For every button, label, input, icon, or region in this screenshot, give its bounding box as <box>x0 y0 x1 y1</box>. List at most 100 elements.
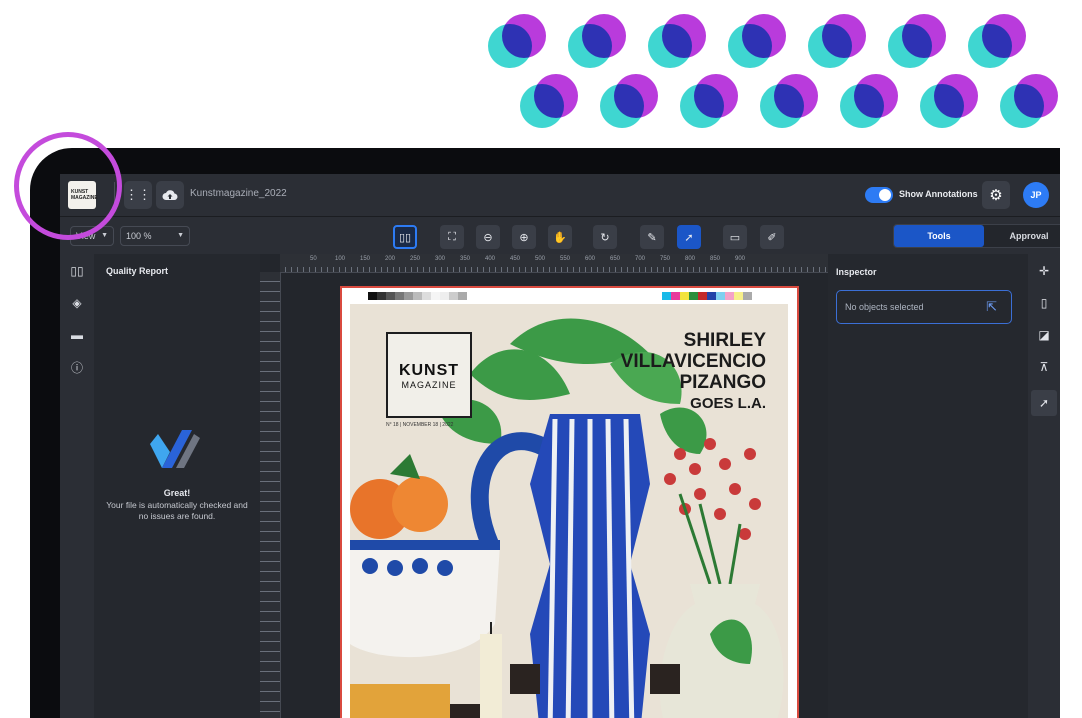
masthead-title: KUNST <box>398 362 460 379</box>
magazine-page[interactable]: KUNST MAGAZINE N° 18 | NOVEMBER 18 | 202… <box>340 286 799 718</box>
right-rail: ✛ ▯ ◪ ⊼ ➚ <box>1028 254 1060 718</box>
decorative-dot <box>728 14 786 72</box>
vertical-ruler <box>260 272 281 718</box>
cursor-icon: ➚ <box>684 231 694 244</box>
select-tool-button[interactable]: ➚ <box>677 225 701 249</box>
avatar[interactable]: JP <box>1023 182 1049 208</box>
ruler-mark: 400 <box>485 256 496 262</box>
decorative-dot <box>568 14 626 72</box>
settings-button[interactable]: ⚙ <box>982 181 1010 209</box>
color-bar-left <box>368 292 467 300</box>
zoom-out-icon: ⊖ <box>483 231 493 244</box>
upload-button[interactable] <box>156 181 184 209</box>
rotate-button[interactable]: ↻ <box>593 225 617 249</box>
ruler-mark: 200 <box>385 256 396 262</box>
grid-menu-button[interactable]: ⋮⋮ <box>124 181 152 209</box>
zoom-select[interactable]: 100 % ▼ <box>120 226 190 246</box>
ruler-mark: 100 <box>335 256 346 262</box>
draw-button[interactable]: ✐ <box>760 225 784 249</box>
chevron-down-icon: ▼ <box>177 232 184 239</box>
mode-tabs: Tools Approval <box>893 224 1060 248</box>
quality-report-panel: Quality Report Great! Your file is autom… <box>94 254 260 718</box>
ruler-mark: 350 <box>460 256 471 262</box>
info-icon[interactable]: ⓘ <box>68 358 86 376</box>
headline-line-1: SHIRLEY <box>683 330 766 351</box>
decorative-dot <box>600 74 658 132</box>
ruler-mark: 300 <box>435 256 446 262</box>
ruler-mark: 800 <box>685 256 696 262</box>
comment-button[interactable]: ▭ <box>723 225 747 249</box>
panel-title: Inspector <box>836 267 877 277</box>
zoom-select-label: 100 % <box>126 231 152 241</box>
ruler-mark: 850 <box>710 256 721 262</box>
cursor-select-icon: ⇱ <box>986 299 997 314</box>
headline-line-2: VILLAVICENCIO <box>620 351 766 372</box>
show-annotations-toggle[interactable] <box>865 187 893 203</box>
ruler-mark: 250 <box>410 256 421 262</box>
ruler-mark: 700 <box>635 256 646 262</box>
ruler-mark: 650 <box>610 256 621 262</box>
color-bar-right <box>662 292 752 300</box>
decorative-dot <box>888 14 946 72</box>
layers-icon[interactable]: ◈ <box>68 294 86 312</box>
gear-icon: ⚙ <box>989 187 1003 204</box>
decorative-dot <box>520 74 578 132</box>
cover-artwork: KUNST MAGAZINE N° 18 | NOVEMBER 18 | 202… <box>350 304 788 718</box>
decorative-dot <box>968 14 1026 72</box>
comment-icon: ▭ <box>729 231 741 244</box>
headline-line-3: PIZANGO <box>679 372 766 393</box>
eyedropper-button[interactable]: ✎ <box>640 225 664 249</box>
document-icon[interactable]: ▯ <box>1035 294 1053 312</box>
hand-icon: ✋ <box>553 231 567 244</box>
decorative-dot <box>840 74 898 132</box>
comments-icon[interactable]: ▬ <box>68 326 86 344</box>
status-title: Great! <box>163 488 191 498</box>
headline-line-4: GOES L.A. <box>690 395 766 412</box>
align-icon[interactable]: ⊼ <box>1035 358 1053 376</box>
zoom-out-button[interactable]: ⊖ <box>476 225 500 249</box>
rotate-icon: ↻ <box>600 231 610 244</box>
toolbar: View ▼ 100 % ▼ ▯▯ ⛶ ⊖ ⊕ ✋ ↻ ✎ ➚ ▭ ✐ Tool… <box>60 216 1060 255</box>
document-canvas[interactable]: 50 100 150 200 250 300 350 400 450 500 550 600 650 70… <box>260 254 828 718</box>
show-annotations-label: Show Annotations <box>899 189 978 199</box>
ruler-mark: 150 <box>360 256 371 262</box>
spread-view-button[interactable]: ▯▯ <box>393 225 417 249</box>
tab-approval[interactable]: Approval <box>984 225 1060 247</box>
ruler-mark: 550 <box>560 256 571 262</box>
ruler-mark: 450 <box>510 256 521 262</box>
check-logo-icon <box>150 430 200 468</box>
ruler-mark: 900 <box>735 256 746 262</box>
book-icon: ▯▯ <box>398 231 412 244</box>
fit-page-button[interactable]: ⛶ <box>440 225 464 249</box>
zoom-in-button[interactable]: ⊕ <box>512 225 536 249</box>
decorative-dot <box>680 74 738 132</box>
decorative-dot <box>648 14 706 72</box>
color-icon[interactable]: ◪ <box>1035 326 1053 344</box>
horizontal-ruler: 50 100 150 200 250 300 350 400 450 500 550 600 650 70… <box>280 254 828 273</box>
empty-selection-text: No objects selected <box>845 302 924 312</box>
highlight-circle <box>14 132 122 240</box>
ruler-mark: 600 <box>585 256 596 262</box>
grid-icon: ⋮⋮ <box>125 187 151 202</box>
eyedropper-icon: ✎ <box>647 231 657 244</box>
ruler-mark: 50 <box>310 256 317 262</box>
masthead-subtitle: MAGAZINE <box>401 380 457 390</box>
selection-box[interactable]: No objects selected ⇱ <box>836 290 1012 324</box>
status-message: Your file is automatically checked and n… <box>106 500 248 521</box>
pages-icon[interactable]: ▯▯ <box>68 262 86 280</box>
left-rail: ▯▯ ◈ ▬ ⓘ <box>60 254 94 718</box>
masthead: KUNST MAGAZINE <box>386 332 472 418</box>
pen-icon: ✐ <box>767 231 777 244</box>
pointer-icon[interactable]: ➚ <box>1031 390 1057 416</box>
panel-title: Quality Report <box>106 266 169 276</box>
pan-tool-button[interactable]: ✋ <box>548 225 572 249</box>
app-window: KUNST MAGAZINE ⋮⋮ Kunstmagazine_2022 Show… <box>60 174 1060 718</box>
decorative-dot <box>488 14 546 72</box>
chevron-down-icon: ▼ <box>101 232 108 239</box>
issue-line: N° 18 | NOVEMBER 18 | 2022 <box>386 422 454 428</box>
tab-tools[interactable]: Tools <box>894 225 984 247</box>
decorative-dot <box>1000 74 1058 132</box>
top-bar: KUNST MAGAZINE ⋮⋮ Kunstmagazine_2022 Show… <box>60 174 1060 216</box>
crosshair-icon[interactable]: ✛ <box>1035 262 1053 280</box>
fit-icon: ⛶ <box>448 230 456 243</box>
